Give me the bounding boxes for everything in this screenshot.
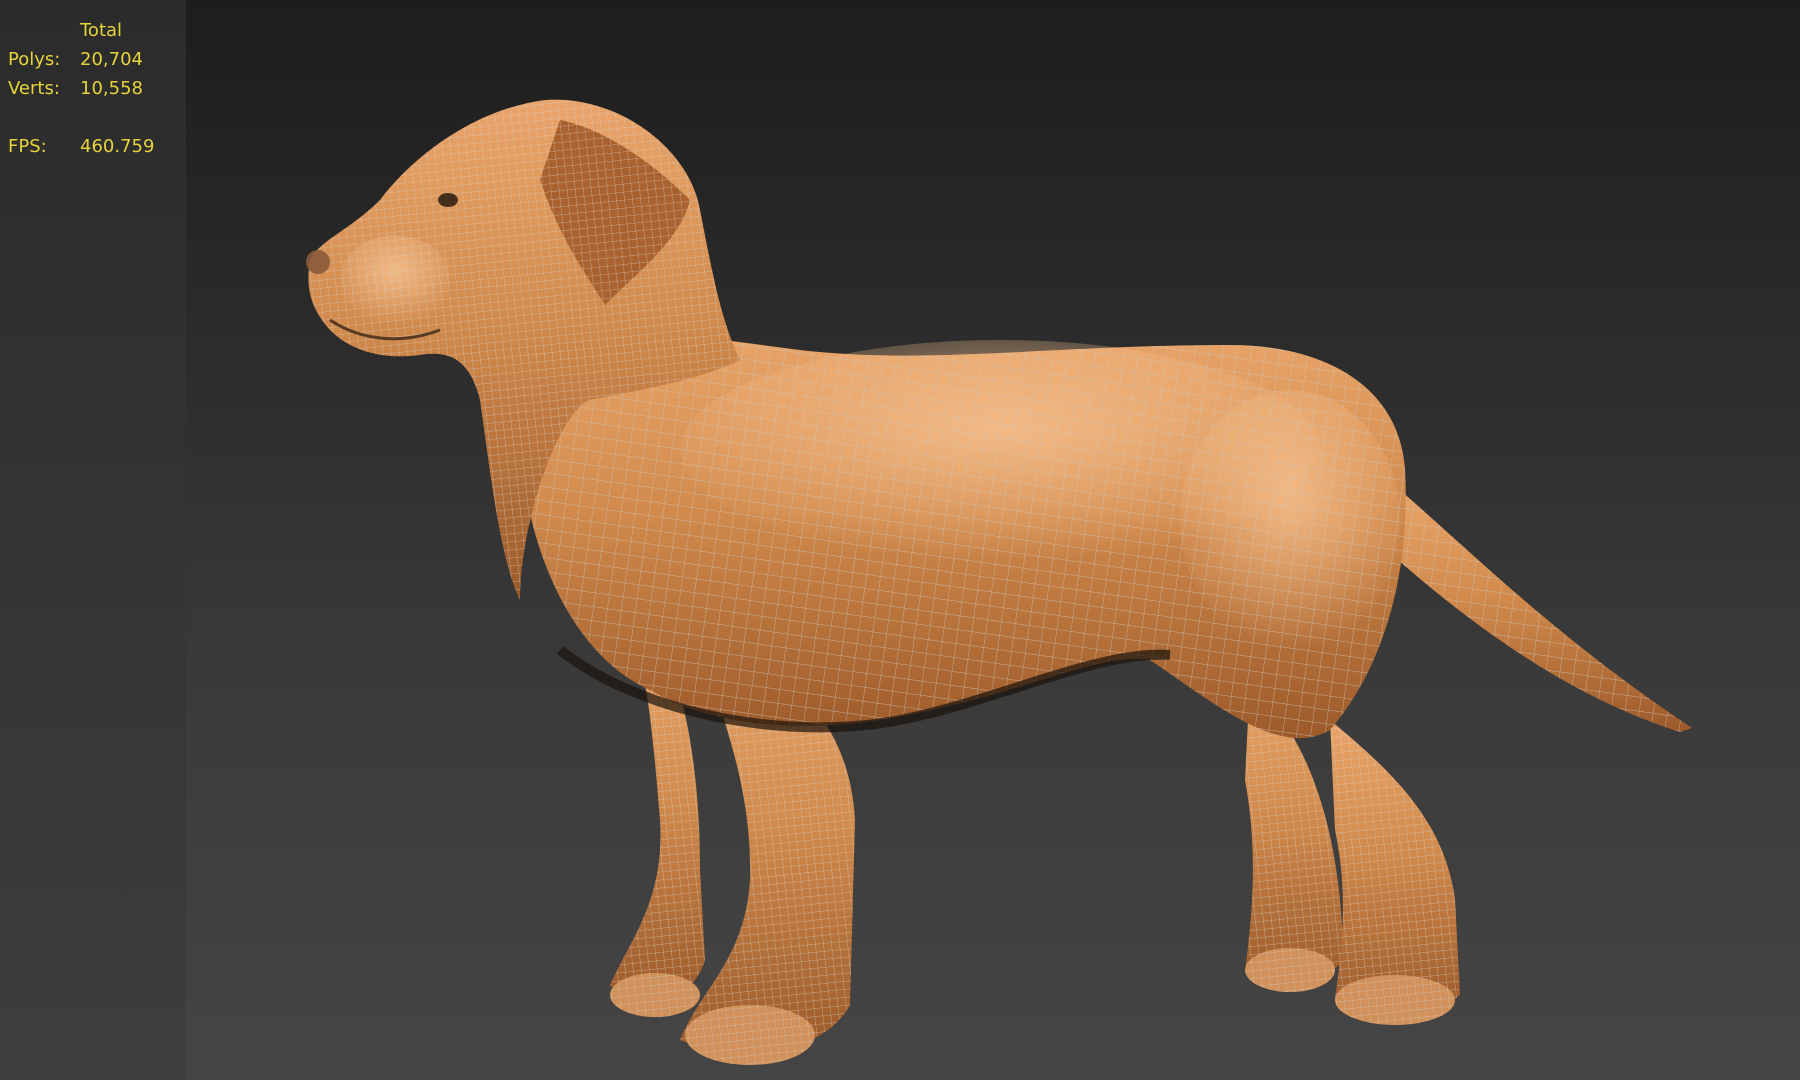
dog-body-group [306,99,1692,1065]
dog-nose [306,250,330,274]
dog-tail [1398,490,1692,732]
dog-eye [438,193,458,207]
dog-wireframe-model[interactable] [0,0,1800,1080]
3d-viewport[interactable]: Total Polys: 20,704 Verts: 10,558 FPS: 4… [0,0,1800,1080]
